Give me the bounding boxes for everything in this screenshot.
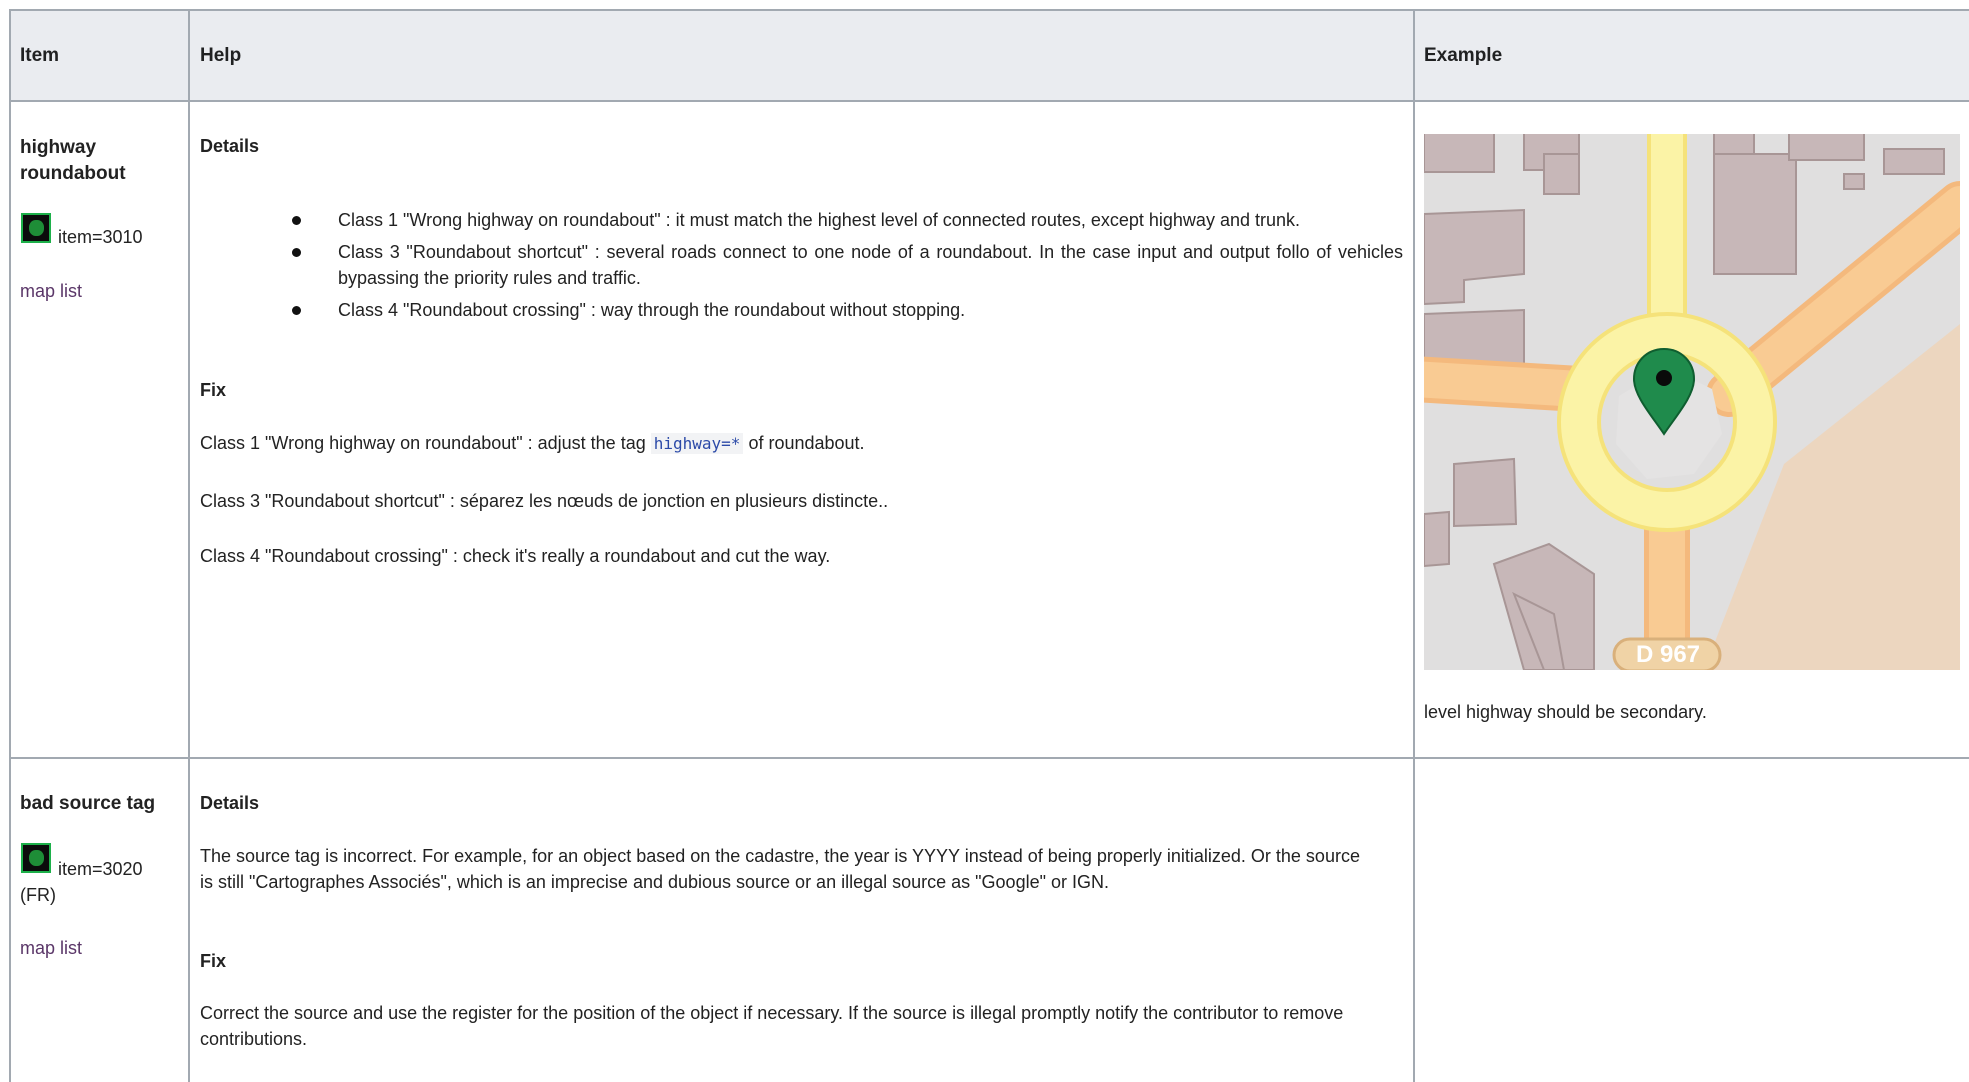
row2-details-text: The source tag is incorrect. For example…: [200, 846, 1360, 892]
table-border-row: [10, 757, 1969, 759]
row2-map-list-link[interactable]: map list: [20, 938, 82, 959]
list-item: Class 3 "Roundabout shortcut" : several …: [292, 239, 1403, 291]
row2-fix-text: Correct the source and use the register …: [200, 1003, 1344, 1049]
row2-item-region: (FR): [20, 885, 56, 905]
issues-table: Item Help Example highway roundabout ite…: [0, 0, 1969, 1082]
roundabout-map-image: D 967: [1424, 134, 1960, 670]
row1-fix-class1: Class 1 "Wrong highway on roundabout" : …: [200, 430, 865, 457]
row1-item-title: highway roundabout: [20, 137, 126, 184]
list-item: Class 4 "Roundabout crossing" : way thro…: [292, 297, 1403, 323]
row1-details-heading: Details: [200, 136, 260, 156]
marker-icon: [21, 843, 51, 873]
row1-item-code: item=3010: [58, 227, 143, 247]
row1-map-list-link[interactable]: map list: [20, 281, 82, 302]
header-example: Example: [1424, 45, 1503, 66]
row2-item-code: item=3020: [58, 859, 143, 879]
fix-text: Class 1 "Wrong highway on roundabout" : …: [200, 433, 651, 453]
table-border-header: [10, 100, 1969, 102]
list-item: Class 1 "Wrong highway on roundabout" : …: [292, 207, 1403, 233]
table-border-left: [9, 9, 11, 1082]
marker-icon: [21, 213, 51, 243]
fix-text: of roundabout.: [743, 433, 865, 453]
row2-details-heading: Details: [200, 793, 260, 813]
row1-example-caption: level highway should be secondary.: [1424, 702, 1707, 722]
row2-fix-heading: Fix: [200, 951, 227, 971]
row1-fix-class4: Class 4 "Roundabout crossing" : check it…: [200, 546, 831, 566]
table-border-top: [10, 9, 1969, 11]
road-ref-label: D 967: [1635, 641, 1701, 668]
tag-code: highway=*: [650, 433, 744, 454]
row1-fix-class3: Class 3 "Roundabout shortcut" : séparez …: [200, 491, 889, 511]
header-help: Help: [200, 45, 242, 66]
row2-item-title: bad source tag: [20, 793, 156, 814]
table-header-row: [10, 10, 1969, 101]
row1-fix-heading: Fix: [200, 380, 227, 400]
table-border-col1: [188, 9, 190, 1082]
row1-bullet-list: Class 1 "Wrong highway on roundabout" : …: [288, 207, 1403, 329]
map-svg: [1424, 134, 1960, 670]
header-item: Item: [20, 45, 60, 66]
table-border-col2: [1413, 9, 1415, 1082]
